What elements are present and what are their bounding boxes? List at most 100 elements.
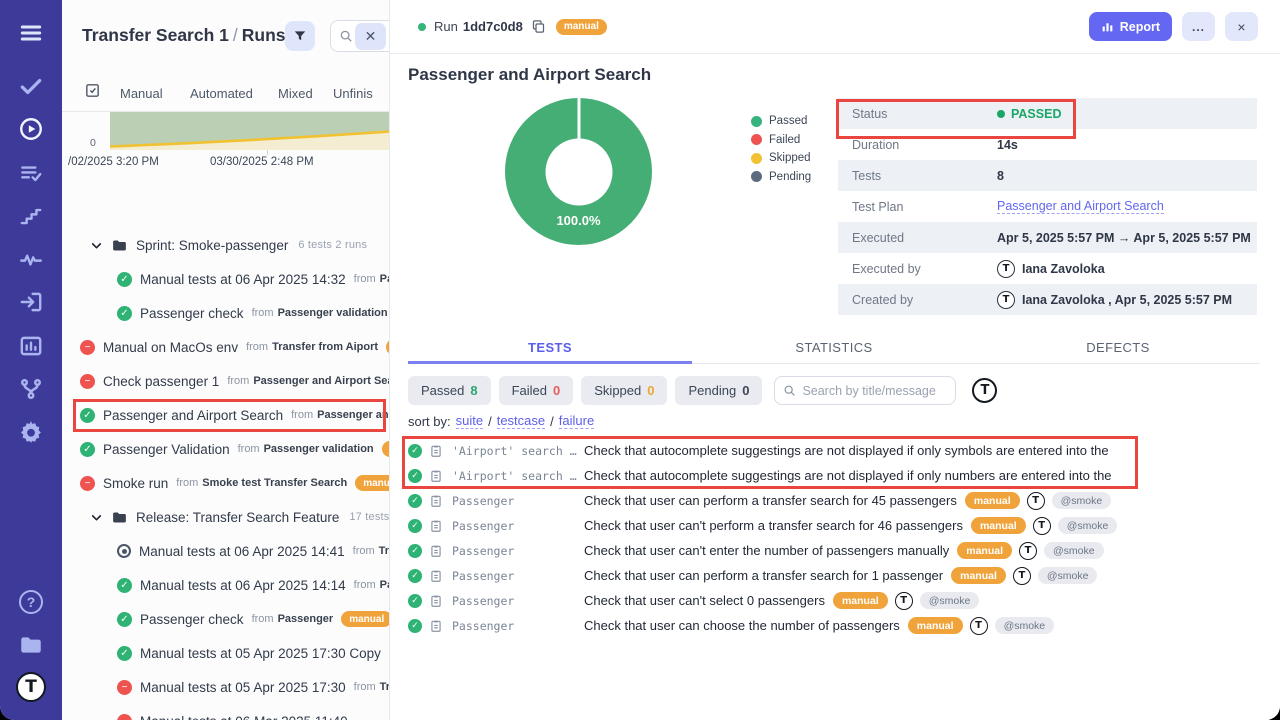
assignee-avatar: T (1013, 567, 1031, 585)
legend-item-skipped[interactable]: Skipped (751, 149, 811, 168)
results-donut-chart: 100.0% (505, 98, 652, 245)
tab-statistics[interactable]: STATISTICS (692, 338, 976, 363)
test-row[interactable]: ✓PassengerCheck that user can perform a … (408, 488, 1268, 513)
chevron-down-icon[interactable] (90, 239, 103, 252)
import-icon (18, 289, 44, 315)
filter-button[interactable] (285, 21, 315, 51)
select-all-icon[interactable] (84, 82, 101, 99)
test-row[interactable]: ✓'Airport' search …Check that autocomple… (408, 438, 1268, 463)
filter-pill-passed[interactable]: Passed8 (408, 376, 491, 405)
chevron-down-icon[interactable] (90, 511, 103, 524)
sidebar-logo[interactable]: T (16, 672, 46, 702)
run-word: Run (434, 19, 458, 34)
test-row[interactable]: ✓PassengerCheck that user can't enter th… (408, 538, 1268, 563)
failed-status-icon: − (117, 680, 132, 695)
tree-run-row[interactable]: −Manual tests at 06 Mar 2025 11:40 (62, 704, 390, 720)
tree-run-label: Passenger check (140, 306, 244, 321)
report-button[interactable]: Report (1089, 12, 1172, 41)
tab-mixed[interactable]: Mixed (278, 86, 313, 101)
legend-dot-skipped (751, 153, 762, 164)
filter-pill-failed[interactable]: Failed0 (499, 376, 574, 405)
test-row[interactable]: ✓'Airport' search …Check that autocomple… (408, 463, 1268, 488)
close-run-button[interactable]: × (1225, 12, 1258, 41)
tree-run-row[interactable]: Manual tests at 06 Apr 2025 14:41fromTra… (62, 534, 390, 568)
legend-item-failed[interactable]: Failed (751, 131, 811, 150)
tree-run-row[interactable]: −Manual on MacOs envfromTransfer from Ai… (62, 330, 390, 364)
sidebar-item-import[interactable] (16, 287, 46, 317)
test-row[interactable]: ✓PassengerCheck that user can perform a … (408, 563, 1268, 588)
tree-run-label: Check passenger 1 (103, 374, 219, 389)
tree-run-row[interactable]: ✓Passenger checkfromPassenger validation… (62, 296, 390, 330)
tab-manual[interactable]: Manual (120, 86, 163, 101)
sidebar-item-check[interactable] (16, 71, 46, 101)
sort-link-failure[interactable]: failure (559, 413, 594, 429)
assignee-avatar: T (970, 617, 988, 635)
tree-run-row[interactable]: ✓Manual tests at 06 Apr 2025 14:32fromPa… (62, 262, 390, 296)
manual-badge: manual (386, 339, 390, 355)
info-value: Apr 5, 2025 5:57 PM → Apr 5, 2025 5:57 P… (997, 231, 1251, 245)
tree-folder-row[interactable]: Sprint: Smoke-passenger6 tests 2 runs (62, 228, 390, 262)
close-icon: ✕ (365, 28, 377, 45)
tab-unfinished[interactable]: Unfinis (333, 86, 373, 101)
breadcrumb-project[interactable]: Transfer Search 1 (82, 25, 229, 45)
test-row[interactable]: ✓PassengerCheck that user can choose the… (408, 613, 1268, 638)
more-actions-button[interactable]: ... (1182, 12, 1215, 41)
sidebar-item-menu[interactable] (16, 18, 46, 48)
donut-legend: PassedFailedSkippedPending (751, 112, 811, 186)
sidebar-item-folder[interactable] (16, 630, 46, 660)
breadcrumb-separator: / (229, 25, 242, 45)
tab-automated[interactable]: Automated (190, 86, 253, 101)
close-search-button[interactable]: ✕ (355, 23, 386, 50)
filter-pill-skipped[interactable]: Skipped0 (581, 376, 667, 405)
sidebar-item-activity[interactable] (16, 244, 46, 274)
runs-tree: Sprint: Smoke-passenger6 tests 2 runs✓Ma… (62, 228, 390, 720)
test-plan-link[interactable]: Passenger and Airport Search (997, 199, 1164, 214)
sidebar-item-help[interactable]: ? (16, 587, 46, 617)
test-search-input[interactable] (802, 384, 947, 398)
assignee-t-button[interactable]: T (972, 378, 997, 403)
tab-defects[interactable]: DEFECTS (976, 338, 1260, 363)
passed-status-icon: ✓ (117, 578, 132, 593)
tree-run-row[interactable]: −Manual tests at 05 Apr 2025 17:30fromTr… (62, 670, 390, 704)
run-id: 1dd7c0d8 (463, 19, 523, 34)
tree-run-row[interactable]: ✓Manual tests at 05 Apr 2025 17:30 Copyf… (62, 636, 390, 670)
tree-run-from: Passenger validation (278, 307, 388, 319)
tree-run-from: Tran (379, 545, 390, 557)
tree-run-row[interactable]: −Check passenger 1fromPassenger and Airp… (62, 364, 390, 398)
sidebar-item-play-circle[interactable] (16, 114, 46, 144)
tree-run-from: Passenger and Airport Searc (253, 375, 390, 387)
sidebar-item-branch[interactable] (16, 374, 46, 404)
tree-run-row[interactable]: ✓Passenger ValidationfromPassenger valid… (62, 432, 390, 466)
sidebar-item-steps[interactable] (16, 201, 46, 231)
legend-item-pending[interactable]: Pending (751, 168, 811, 187)
filter-pill-count: 0 (742, 383, 749, 398)
sidebar-item-settings-gear[interactable] (16, 417, 46, 447)
run-title: Passenger and Airport Search (408, 65, 651, 85)
tab-tests[interactable]: TESTS (408, 338, 692, 363)
manual-badge: manual (957, 542, 1012, 559)
play-circle-icon (18, 116, 44, 142)
runs-panel: Transfer Search 1/Runs ✕ Manual Automate… (62, 0, 390, 720)
status-passed-value: PASSED (997, 107, 1061, 121)
test-list: ✓'Airport' search …Check that autocomple… (408, 438, 1268, 638)
tree-run-row[interactable]: ✓Manual tests at 06 Apr 2025 14:14fromPa… (62, 568, 390, 602)
passed-check-icon: ✓ (408, 544, 422, 558)
test-row[interactable]: ✓PassengerCheck that user can't select 0… (408, 588, 1268, 613)
tree-run-from-word: from (354, 579, 376, 591)
tree-run-row[interactable]: −Smoke runfromSmoke test Transfer Search… (62, 466, 390, 500)
test-row[interactable]: ✓PassengerCheck that user can't perform … (408, 513, 1268, 538)
copy-icon[interactable] (531, 19, 546, 34)
sidebar-item-list-check[interactable] (16, 158, 46, 188)
tree-folder-row[interactable]: Release: Transfer Search Feature17 tests… (62, 500, 390, 534)
sort-link-testcase[interactable]: testcase (497, 413, 545, 429)
activity-icon (18, 246, 44, 272)
tree-run-row[interactable]: ✓Passenger and Airport SearchfromPasseng… (62, 398, 390, 432)
filter-pill-pending[interactable]: Pending0 (675, 376, 762, 405)
filter-pill-label: Skipped (594, 383, 641, 398)
legend-item-passed[interactable]: Passed (751, 112, 811, 131)
tree-run-from-word: from (238, 443, 260, 455)
test-suite-name: Passenger (452, 544, 584, 558)
sort-link-suite[interactable]: suite (456, 413, 483, 429)
tree-run-row[interactable]: ✓Passenger checkfromPassengermanual6 (62, 602, 390, 636)
sidebar-item-report-chart[interactable] (16, 331, 46, 361)
